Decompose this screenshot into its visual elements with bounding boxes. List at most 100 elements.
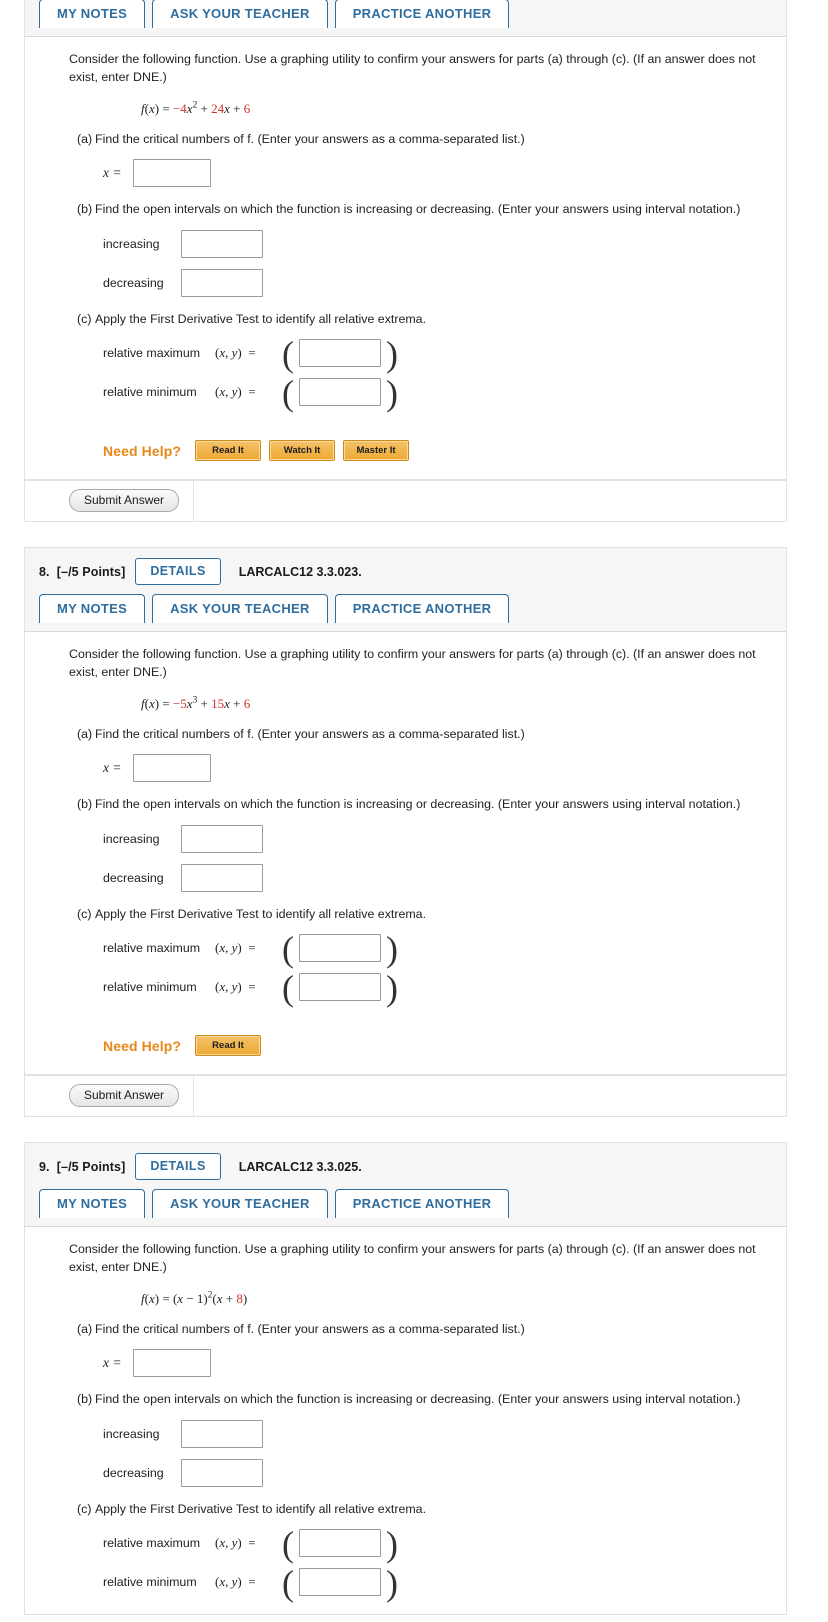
answer-label: relative minimum [103,385,197,400]
question-index: 9. [39,1159,50,1174]
part-label: (c) [77,311,92,326]
question-part-b: (b) Find the open intervals on which the … [69,1391,762,1487]
answer-input[interactable] [181,268,263,297]
tab-my-notes[interactable]: MY NOTES [39,0,146,28]
answer-input[interactable] [299,339,381,368]
answer-row: decreasing [69,268,762,297]
coordinate-label: (x, y) = [215,384,256,400]
answer-input[interactable] [181,863,263,892]
tab-ask-your-teacher[interactable]: ASK YOUR TEACHER [152,0,328,28]
question-header: 8. [–/5 Points] DETAILS LARCALC12 3.3.023.… [24,547,787,631]
part-line: (c) Apply the First Derivative Test to id… [69,311,762,328]
answer-input[interactable] [133,754,211,783]
tab-practice-another[interactable]: PRACTICE ANOTHER [334,1188,510,1218]
answer-row: relative minimum (x, y) =() [103,967,398,1008]
tab-practice-another[interactable]: PRACTICE ANOTHER [334,593,510,623]
part-line: (b) Find the open intervals on which the … [69,796,762,813]
part-line: (b) Find the open intervals on which the … [69,201,762,218]
help-button-watch-it[interactable]: Watch It [269,440,336,462]
answer-input[interactable] [133,1349,211,1378]
question-points: [–/5 Points] [56,1159,126,1174]
question-prompt: Consider the following function. Use a g… [69,646,756,679]
answer-row: increasing [69,824,762,853]
answer-label: x = [103,165,122,181]
details-button[interactable]: DETAILS [135,1153,221,1180]
part-text: Find the critical numbers of f. (Enter y… [95,131,525,146]
part-label: (b) [77,1392,93,1407]
answer-row: increasing [69,229,762,258]
function-formula: f(x) = −5x3 + 15x + 6 [141,695,251,711]
submit-bar: Submit Answer [24,1075,787,1118]
question-part-a: (a) Find the critical numbers of f. (Ente… [69,131,762,188]
formula-term: + [229,100,244,116]
answer-row: decreasing [69,1458,762,1487]
formula-term: + [197,100,212,116]
answer-input[interactable] [181,1458,263,1487]
submit-answer-button[interactable]: Submit Answer [69,1084,180,1108]
help-button-read-it[interactable]: Read It [195,440,262,462]
coordinate-label: (x, y) = [215,978,256,994]
question-part-a: (a) Find the critical numbers of f. (Ente… [69,1321,762,1378]
coordinate-label: (x, y) = [215,939,256,955]
answer-input[interactable] [299,1528,381,1557]
question-part-c: (c) Apply the First Derivative Test to id… [69,906,762,1008]
question-tabs: MY NOTES ASK YOUR TEACHER PRACTICE ANOTHER [39,1188,772,1218]
answer-input[interactable] [181,229,263,258]
answer-input[interactable] [299,933,381,962]
submit-answer-button[interactable]: Submit Answer [69,489,180,513]
answer-row: decreasing [69,863,762,892]
tab-my-notes[interactable]: MY NOTES [39,1188,146,1218]
answer-input[interactable] [181,1419,263,1448]
need-help-label: Need Help? [103,442,182,459]
answer-label: decreasing [103,1465,164,1480]
submit-filler [194,480,786,521]
answer-input[interactable] [133,159,211,188]
part-label: (a) [77,726,93,741]
part-line: (a) Find the critical numbers of f. (Ente… [69,726,762,743]
help-button-master-it[interactable]: Master It [343,440,410,462]
tab-practice-another[interactable]: PRACTICE ANOTHER [334,0,510,28]
coordinate-label: (x, y) = [215,1534,256,1550]
question-content: Consider the following function. Use a g… [25,51,786,462]
function-formula: f(x) = (x − 1)2(x + 8) [141,1290,248,1306]
formula-term: 6 [243,695,251,711]
part-label: (c) [77,1501,92,1516]
question-number: 9. [–/5 Points] [39,1160,125,1174]
submit-cell: Submit Answer [25,480,195,522]
answer-label: relative maximum [103,1535,201,1550]
question-content: Consider the following function. Use a g… [25,646,786,1057]
tab-ask-your-teacher[interactable]: ASK YOUR TEACHER [152,1188,328,1218]
formula-lhs: f(x) [141,1290,160,1306]
formula-term: −4 [172,100,187,116]
question-content: Consider the following function. Use a g… [25,1241,786,1601]
question-code: LARCALC12 3.3.025. [238,1159,362,1174]
answer-label: relative maximum [103,346,201,361]
answer-row: relative maximum (x, y) =() [103,334,398,375]
tab-my-notes[interactable]: MY NOTES [39,593,146,623]
details-button[interactable]: DETAILS [135,558,221,585]
answer-row: x = [69,1349,762,1378]
answer-input[interactable] [299,378,381,407]
answer-row: x = [69,159,762,188]
answer-label: decreasing [103,275,164,290]
question-header-top: 8. [–/5 Points] DETAILS LARCALC12 3.3.023. [39,558,772,585]
question-part-b: (b) Find the open intervals on which the … [69,796,762,892]
part-label: (c) [77,906,92,921]
answer-label: increasing [103,1426,160,1441]
part-text: Find the critical numbers of f. (Enter y… [95,1321,525,1336]
formula-lhs: f(x) [141,100,160,116]
part-line: (a) Find the critical numbers of f. (Ente… [69,1321,762,1338]
help-button-read-it[interactable]: Read It [195,1034,262,1057]
answer-label: relative minimum [103,979,197,994]
part-text: Find the open intervals on which the fun… [95,797,741,812]
question-header: 9. [–/5 Points] DETAILS LARCALC12 3.3.025.… [24,1142,787,1226]
answer-input[interactable] [299,1567,381,1596]
question-part-c: (c) Apply the First Derivative Test to id… [69,311,762,411]
need-help-section: Need Help? Read It Watch It Master It [69,440,762,462]
answer-input[interactable] [299,972,381,1001]
tab-ask-your-teacher[interactable]: ASK YOUR TEACHER [152,593,328,623]
part-label: (a) [77,131,93,146]
answer-input[interactable] [181,824,263,853]
part-line: (b) Find the open intervals on which the … [69,1391,762,1408]
